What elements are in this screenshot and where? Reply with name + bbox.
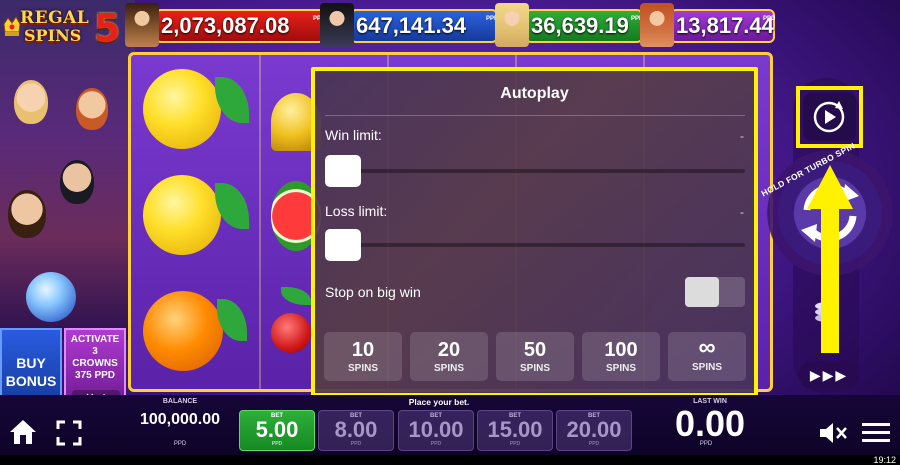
queen-portrait <box>640 3 674 47</box>
jackpot-1: 2,073,087.08 PPD <box>125 3 325 47</box>
orange-symbol <box>143 291 223 371</box>
sound-muted-icon[interactable] <box>818 420 848 446</box>
crowns-count: 3 <box>92 346 98 357</box>
bet-value: 15.00 <box>487 417 543 442</box>
system-clock: 19:12 <box>840 455 900 465</box>
jackpot-3: 36,639.19 PPD <box>495 3 644 47</box>
spins-infinite-button[interactable]: ∞ SPINS <box>668 332 746 381</box>
balance-label: BALANCE <box>162 398 198 405</box>
win-limit-slider-handle[interactable] <box>325 155 361 187</box>
fullscreen-icon[interactable] <box>56 420 82 446</box>
queen-blonde <box>14 80 48 124</box>
bet-option-15[interactable]: BET 15.00 PPD <box>477 410 553 451</box>
spins-50-button[interactable]: 50 SPINS <box>496 332 574 381</box>
divider <box>325 115 745 116</box>
last-win-value: 0.00 <box>674 403 746 444</box>
bet-option-10[interactable]: BET 10.00 PPD <box>398 410 474 451</box>
spins-count: 20 <box>437 339 461 361</box>
bet-unit: PPD <box>271 441 283 447</box>
home-icon[interactable] <box>8 418 38 446</box>
stop-on-big-win-toggle[interactable] <box>685 277 745 307</box>
jackpot-unit: PPD <box>631 16 644 22</box>
buy-label: BUY <box>16 355 46 371</box>
jackpot-4: 13,817.44 PPD <box>640 3 776 47</box>
spins-10-button[interactable]: 10 SPINS <box>324 332 402 381</box>
reel-divider <box>259 55 261 389</box>
system-status-bar <box>0 455 900 465</box>
loss-limit-slider[interactable] <box>325 243 745 247</box>
win-limit-slider[interactable] <box>325 169 745 173</box>
queen-darkhair <box>60 160 94 204</box>
fast-forward-button[interactable]: ▶▶▶ <box>798 361 860 389</box>
toggle-knob <box>685 277 719 307</box>
logo-spins: SPINS <box>24 26 82 45</box>
bet-option-20[interactable]: BET 20.00 PPD <box>556 410 632 451</box>
queen-portrait <box>125 3 159 47</box>
menu-icon[interactable] <box>862 420 890 446</box>
last-win-unit: PPD <box>699 441 713 447</box>
bet-value: 10.00 <box>408 417 464 442</box>
bet-unit: PPD <box>350 441 362 447</box>
spins-count: 10 <box>351 339 375 361</box>
autoplay-icon <box>813 101 845 133</box>
top-bar: REGAL SPINS 5 2,073,087.08 PPD 647,141.3… <box>0 0 900 50</box>
loss-limit-label: Loss limit: <box>325 203 388 219</box>
queen-brunette <box>8 190 46 238</box>
logo-regal: REGAL <box>20 8 90 28</box>
bet-value: 20.00 <box>566 417 622 442</box>
autoplay-title: Autoplay <box>500 85 569 102</box>
spins-label: SPINS <box>519 363 550 374</box>
logo-number: 5 <box>94 6 121 50</box>
crystal-ball-icon <box>26 272 76 322</box>
activate-label: ACTIVATE <box>70 334 120 345</box>
jackpot-value: 2,073,087.08 <box>161 13 290 38</box>
bet-option-8[interactable]: BET 8.00 PPD <box>318 410 394 451</box>
stop-on-big-win-label: Stop on big win <box>325 284 421 300</box>
win-limit-label: Win limit: <box>325 127 382 143</box>
game-logo: REGAL SPINS 5 <box>2 4 126 50</box>
jackpot-unit: PPD <box>486 16 499 22</box>
loss-limit-value: - <box>740 205 744 219</box>
win-limit-value: - <box>740 129 744 143</box>
queen-portrait <box>495 3 529 47</box>
infinity-symbol: ∞ <box>698 334 716 361</box>
spins-count: 50 <box>523 339 547 361</box>
jackpot-2: 647,141.34 PPD <box>320 3 499 47</box>
spins-20-button[interactable]: 20 SPINS <box>410 332 488 381</box>
loss-limit-slider-handle[interactable] <box>325 229 361 261</box>
bet-value: 5.00 <box>255 417 299 442</box>
arrow-indicator-icon <box>807 165 853 353</box>
place-bet-message: Place your bet. <box>408 397 470 407</box>
crowns-price: 375 PPD <box>74 370 116 381</box>
crown-icon <box>3 16 21 36</box>
jackpot-value: 13,817.44 <box>676 13 774 38</box>
bet-option-5[interactable]: BET 5.00 PPD <box>239 410 315 451</box>
bonus-label: BONUS <box>5 373 57 389</box>
leaf-icon <box>281 287 311 305</box>
jackpot-unit: PPD <box>763 16 776 22</box>
spins-label: SPINS <box>691 362 722 373</box>
autoplay-button[interactable] <box>803 93 856 141</box>
cherry-symbol <box>271 313 311 353</box>
balance-value: 100,000.00 <box>139 411 221 428</box>
spins-100-button[interactable]: 100 SPINS <box>582 332 660 381</box>
queen-redhead <box>76 88 108 130</box>
lemon-symbol <box>143 69 221 149</box>
spins-label: SPINS <box>433 363 464 374</box>
queens-artwork <box>0 60 130 330</box>
jackpot-value: 36,639.19 <box>531 13 629 38</box>
crowns-label: CROWNS <box>72 358 118 369</box>
lemon-symbol <box>143 175 221 255</box>
game-stage: REGAL SPINS 5 2,073,087.08 PPD 647,141.3… <box>0 0 900 465</box>
spins-label: SPINS <box>347 363 378 374</box>
spins-count: 100 <box>604 339 638 361</box>
jackpot-value: 647,141.34 <box>356 13 467 38</box>
queen-portrait <box>320 3 354 47</box>
spins-label: SPINS <box>605 363 636 374</box>
autoplay-dialog: Autoplay Win limit: - Loss limit: - Stop… <box>315 71 754 393</box>
balance-unit: PPD <box>173 441 187 447</box>
bet-value: 8.00 <box>334 417 378 442</box>
